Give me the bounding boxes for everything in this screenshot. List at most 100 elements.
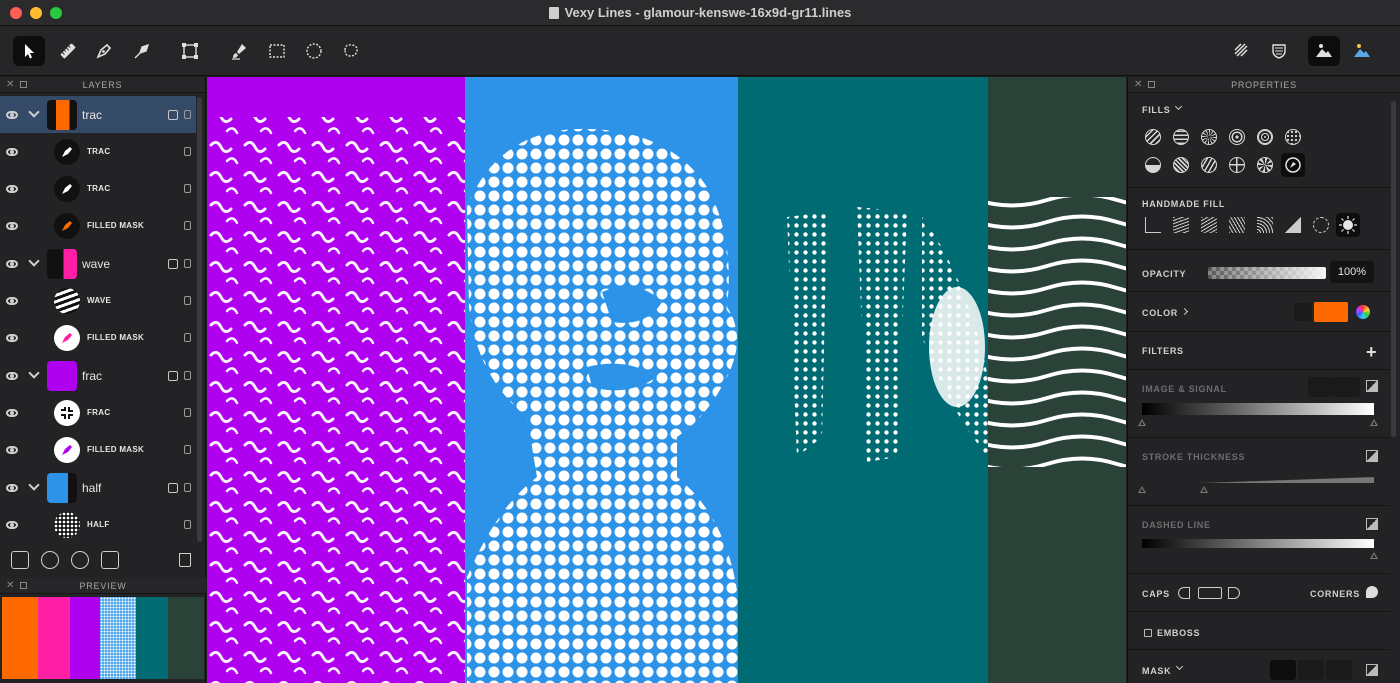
line-pen-tool-button[interactable] (126, 36, 158, 66)
visibility-eye-icon[interactable] (6, 259, 18, 268)
panel-grip-icon[interactable] (1148, 81, 1155, 88)
invert-icon[interactable] (1366, 380, 1378, 392)
invert-icon[interactable] (1366, 518, 1378, 530)
visibility-eye-icon[interactable] (6, 184, 18, 193)
layer-row-trac[interactable]: trac (0, 96, 196, 133)
layer-row-trac-mask[interactable]: FILLED MASK (0, 207, 196, 244)
mixed-view-button[interactable] (1308, 36, 1340, 66)
lock-icon[interactable] (184, 408, 191, 417)
lock-icon[interactable] (184, 296, 191, 305)
dashed-line-gradient[interactable] (1142, 539, 1374, 548)
spiral-fill-icon[interactable] (1257, 129, 1273, 145)
add-fill-icon[interactable] (71, 551, 89, 569)
transform-tool-button[interactable] (174, 36, 206, 66)
pen-tool-button[interactable] (88, 36, 120, 66)
lock-icon[interactable] (184, 184, 191, 193)
stack-icon[interactable] (168, 371, 178, 381)
stack-icon[interactable] (168, 110, 178, 120)
layer-row-trac-fill-2[interactable]: TRAC (0, 170, 196, 207)
stripe-fill-icon[interactable] (1201, 157, 1217, 173)
visibility-eye-icon[interactable] (6, 333, 18, 342)
image-signal-gradient[interactable] (1142, 403, 1374, 415)
chevron-down-icon[interactable] (28, 367, 40, 379)
brush-tool-button[interactable] (224, 36, 256, 66)
layer-row-wave[interactable]: wave (0, 245, 196, 282)
fractal-fill-icon[interactable] (1229, 157, 1245, 173)
visibility-eye-icon[interactable] (6, 296, 18, 305)
stroke-thickness-label[interactable]: STROKE THICKNESS (1142, 452, 1245, 462)
swirl-fill-icon[interactable] (1257, 157, 1273, 173)
stack-icon[interactable] (168, 259, 178, 269)
lock-icon[interactable] (184, 371, 191, 380)
gradient-handle-left-icon[interactable] (1138, 419, 1146, 426)
add-filter-icon[interactable]: + (1366, 342, 1377, 363)
visibility-eye-icon[interactable] (6, 147, 18, 156)
invert-icon[interactable] (1366, 450, 1378, 462)
ruler-tool-button[interactable] (52, 36, 84, 66)
opacity-slider[interactable] (1208, 267, 1326, 279)
lock-icon[interactable] (184, 520, 191, 529)
handmade-circle-icon[interactable] (1313, 217, 1329, 233)
opacity-value-field[interactable]: 100% (1330, 261, 1374, 283)
add-layer-icon[interactable] (41, 551, 59, 569)
visibility-eye-icon[interactable] (6, 221, 18, 230)
shield-view-button[interactable] (1263, 36, 1295, 66)
mask-mode-1-icon[interactable] (1270, 660, 1296, 680)
handmade-arc-icon[interactable] (1257, 217, 1273, 233)
preview-thumbnail[interactable] (2, 597, 204, 679)
chevron-right-icon[interactable] (1180, 307, 1189, 316)
artwork-canvas[interactable] (207, 77, 1126, 683)
color-label[interactable]: COLOR (1142, 308, 1178, 318)
layer-row-trac-fill[interactable]: TRAC (0, 133, 196, 170)
stroke-handle-left-icon[interactable] (1138, 486, 1146, 493)
image-source-icon[interactable] (1334, 377, 1360, 397)
layer-row-frac[interactable]: frac (0, 357, 196, 394)
eyedropper-icon[interactable] (1294, 303, 1312, 321)
close-panel-icon[interactable]: ✕ (1134, 79, 1143, 90)
chevron-down-icon[interactable] (1174, 102, 1183, 111)
stack-icon[interactable] (168, 483, 178, 493)
image-signal-label[interactable]: IMAGE & SIGNAL (1142, 384, 1227, 394)
handmade-fan-icon[interactable] (1285, 217, 1301, 233)
layer-row-half-fill[interactable]: HALF (0, 506, 196, 543)
gradient-handle-right-icon[interactable] (1370, 419, 1378, 426)
lock-icon[interactable] (184, 221, 191, 230)
color-wheel-icon[interactable] (1356, 305, 1370, 319)
layer-row-frac-fill[interactable]: FRAC (0, 394, 196, 431)
radial-fill-icon[interactable] (1201, 129, 1217, 145)
stroke-thickness-ramp[interactable] (1142, 477, 1374, 483)
visibility-eye-icon[interactable] (6, 483, 18, 492)
lock-icon[interactable] (184, 147, 191, 156)
layer-row-wave-fill[interactable]: WAVE (0, 282, 196, 319)
histogram-icon[interactable] (1308, 377, 1334, 397)
close-panel-icon[interactable]: ✕ (6, 580, 15, 591)
visibility-eye-icon[interactable] (6, 110, 18, 119)
chevron-down-icon[interactable] (28, 106, 40, 118)
visibility-eye-icon[interactable] (6, 520, 18, 529)
round-cap-icon[interactable] (1178, 587, 1190, 599)
visibility-eye-icon[interactable] (6, 408, 18, 417)
handmade-curve-icon[interactable] (1229, 217, 1245, 233)
rect-select-tool-button[interactable] (261, 36, 293, 66)
add-image-layer-icon[interactable] (11, 551, 29, 569)
lasso-select-tool-button[interactable] (335, 36, 367, 66)
invert-icon[interactable] (1366, 664, 1378, 676)
chevron-down-icon[interactable] (1175, 662, 1184, 671)
scribble-fill-icon[interactable] (1173, 157, 1189, 173)
mask-label[interactable]: MASK (1142, 666, 1171, 676)
maximize-window-button[interactable] (50, 7, 62, 19)
linear-fill-icon[interactable] (1145, 129, 1161, 145)
lock-icon[interactable] (184, 110, 191, 119)
lock-icon[interactable] (184, 483, 191, 492)
lock-icon[interactable] (184, 333, 191, 342)
mask-mode-3-icon[interactable] (1326, 660, 1352, 680)
layers-scrollbar[interactable] (197, 97, 202, 542)
handmade-line-icon[interactable] (1145, 217, 1161, 233)
close-window-button[interactable] (10, 7, 22, 19)
trace-fill-icon[interactable] (1145, 157, 1161, 173)
image-view-button[interactable] (1346, 36, 1378, 66)
properties-scrollbar[interactable] (1391, 101, 1396, 437)
trash-icon[interactable] (179, 553, 191, 567)
halftone-fill-icon[interactable] (1285, 129, 1301, 145)
visibility-eye-icon[interactable] (6, 371, 18, 380)
